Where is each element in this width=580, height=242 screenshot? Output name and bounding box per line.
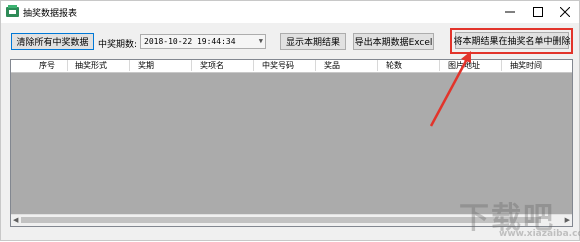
watermark-url: www.xiazaiba.com [499,229,580,239]
report-window: 抽奖数据报表 清除所有中奖数据 中奖期数: 2018-10-22 19:44:3… [0,0,580,241]
watermark: 下载吧 www.xiazaiba.com [459,193,580,241]
